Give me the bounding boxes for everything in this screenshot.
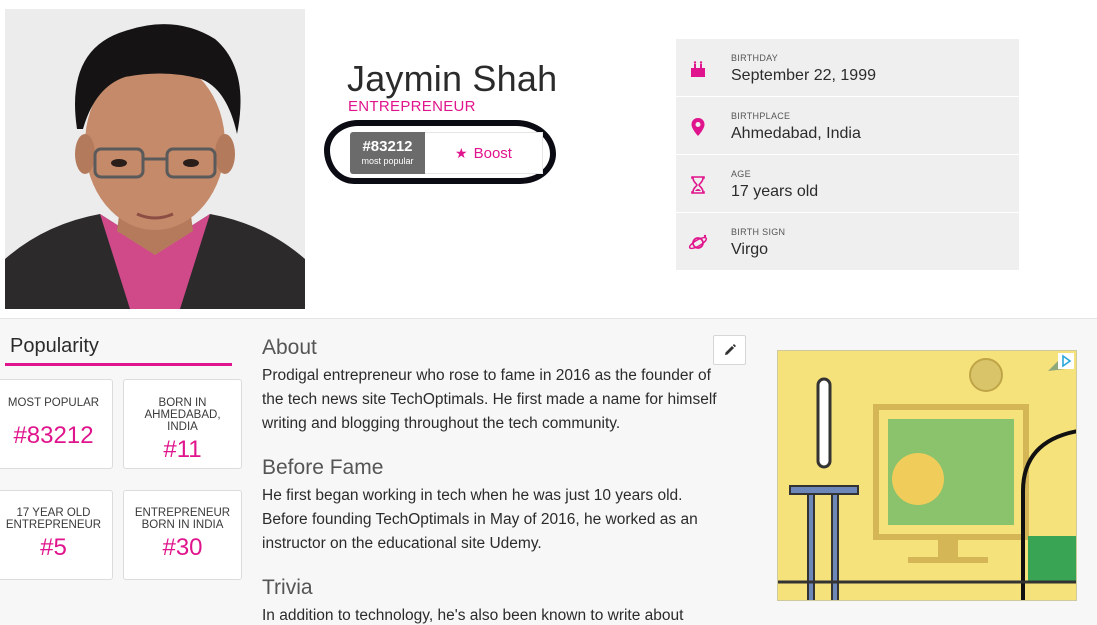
edit-button[interactable] xyxy=(713,335,746,365)
hourglass-icon xyxy=(691,176,705,194)
card-value: #5 xyxy=(40,534,67,561)
fact-label: BIRTHDAY xyxy=(731,53,779,63)
before-fame-text: He first began working in tech when he w… xyxy=(262,487,698,552)
fact-value[interactable]: Virgo xyxy=(731,241,768,259)
profile-body: Popularity MOST POPULAR #83212 BORN IN A… xyxy=(0,318,1097,625)
planet-icon xyxy=(688,234,708,250)
fact-birth-sign: BIRTH SIGN Virgo xyxy=(676,213,1019,271)
ad-illustration xyxy=(778,351,1076,600)
about-text: Prodigal entrepreneur who rose to fame i… xyxy=(262,367,717,432)
popularity-card[interactable]: BORN IN AHMEDABAD, INDIA #11 xyxy=(123,379,242,469)
trivia-text: In addition to technology, he's also bee… xyxy=(262,607,684,624)
pencil-icon xyxy=(724,344,736,355)
fact-age: AGE 17 years old xyxy=(676,155,1019,213)
boost-button[interactable]: ★ Boost xyxy=(425,132,543,174)
rank-subtitle: most popular xyxy=(361,156,414,166)
card-value: #83212 xyxy=(13,422,94,449)
fact-birthplace: BIRTHPLACE Ahmedabad, India xyxy=(676,97,1019,155)
fact-value: 17 years old xyxy=(731,183,819,200)
advertisement[interactable] xyxy=(777,350,1077,601)
star-icon: ★ xyxy=(455,144,468,161)
popularity-title: Popularity xyxy=(10,335,99,357)
popularity-underline xyxy=(5,363,232,366)
facts-panel: BIRTHDAY September 22, 1999 BIRTHPLACE A… xyxy=(676,39,1019,270)
profile-role[interactable]: ENTREPRENEUR xyxy=(348,98,476,115)
card-label: BORN IN AHMEDABAD, INDIA xyxy=(144,397,221,433)
before-fame-heading: Before Fame xyxy=(262,456,384,479)
ad-choices-icon[interactable] xyxy=(1058,353,1074,369)
card-value: #11 xyxy=(163,436,202,463)
about-heading: About xyxy=(262,336,317,359)
popularity-card[interactable]: ENTREPRENEUR BORN IN INDIA #30 xyxy=(123,490,242,580)
profile-page: Jaymin Shah ENTREPRENEUR #83212 most pop… xyxy=(0,0,1097,625)
popularity-card[interactable]: MOST POPULAR #83212 xyxy=(0,379,113,469)
rank-badge: #83212 most popular xyxy=(350,132,425,174)
fact-value[interactable]: Ahmedabad, India xyxy=(731,125,861,143)
profile-name: Jaymin Shah xyxy=(347,58,558,99)
popularity-card[interactable]: 17 YEAR OLD ENTREPRENEUR #5 xyxy=(0,490,113,580)
card-label: 17 YEAR OLD ENTREPRENEUR xyxy=(5,507,102,531)
fact-value[interactable]: September 22, 1999 xyxy=(731,67,876,85)
fact-label: BIRTHPLACE xyxy=(731,111,791,121)
rank-value: #83212 xyxy=(362,138,413,155)
card-value: #30 xyxy=(162,534,203,561)
card-label: ENTREPRENEUR BORN IN INDIA xyxy=(134,507,231,531)
fact-label: AGE xyxy=(731,169,751,179)
profile-photo[interactable] xyxy=(5,9,305,309)
card-label: MOST POPULAR xyxy=(7,397,100,409)
profile-header: Jaymin Shah ENTREPRENEUR #83212 most pop… xyxy=(0,0,1097,318)
location-pin-icon xyxy=(691,118,705,136)
fact-birthday: BIRTHDAY September 22, 1999 xyxy=(676,39,1019,97)
boost-label: Boost xyxy=(473,144,512,162)
trivia-heading: Trivia xyxy=(262,576,313,599)
fact-label: BIRTH SIGN xyxy=(731,227,786,237)
cake-icon xyxy=(691,61,705,77)
